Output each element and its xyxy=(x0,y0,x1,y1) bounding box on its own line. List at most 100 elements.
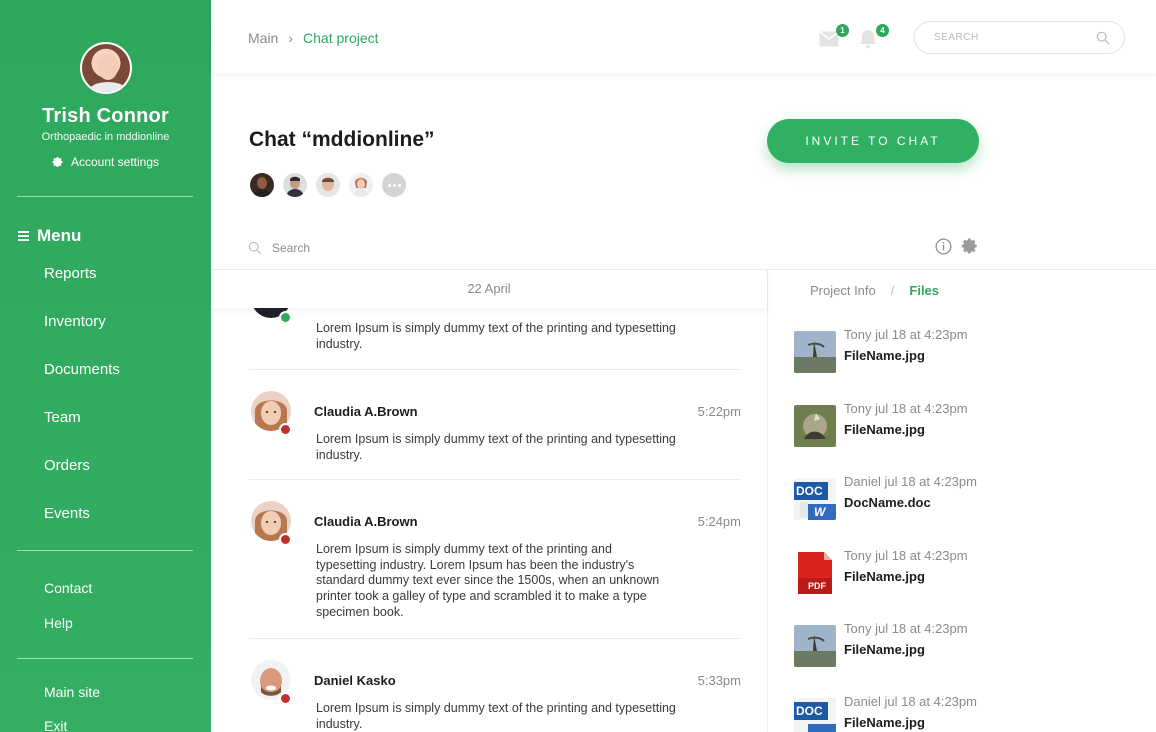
message-time: 5:33pm xyxy=(697,673,741,688)
doc-file-icon: DOC xyxy=(794,698,836,732)
sidebar-item-documents[interactable]: Documents xyxy=(44,361,120,378)
message-divider xyxy=(249,479,741,480)
file-item[interactable]: DOC Daniel jul 18 at 4:23pm FileName.jpg xyxy=(794,694,1034,732)
sidebar-item-events[interactable]: Events xyxy=(44,505,90,522)
file-item[interactable]: Tony jul 18 at 4:23pm FileName.jpg xyxy=(794,401,1034,447)
top-bar: Main › Chat project 1 4 xyxy=(211,0,1156,73)
tab-project-info[interactable]: Project Info xyxy=(810,283,876,298)
profile-name: Trish Connor xyxy=(42,105,169,127)
status-offline-indicator xyxy=(279,692,292,705)
invite-to-chat-button[interactable]: INVITE TO CHAT xyxy=(767,119,979,163)
file-meta: Daniel jul 18 at 4:23pm xyxy=(844,694,977,709)
file-item[interactable]: PDF Tony jul 18 at 4:23pm FileName.jpg xyxy=(794,548,1034,594)
message-divider xyxy=(249,638,741,639)
mail-button[interactable]: 1 xyxy=(819,24,849,48)
sidebar-item-exit[interactable]: Exit xyxy=(44,718,67,732)
gear-icon[interactable] xyxy=(961,237,979,255)
status-offline-indicator xyxy=(279,533,292,546)
chat-search xyxy=(248,241,472,255)
hamburger-icon xyxy=(18,231,29,241)
file-item[interactable]: Tony jul 18 at 4:23pm FileName.jpg xyxy=(794,327,1034,373)
message-text: Lorem Ipsum is simply dummy text of the … xyxy=(316,432,676,462)
account-settings-label: Account settings xyxy=(70,155,160,169)
doc-label: DOC xyxy=(796,484,823,498)
doc-label: DOC xyxy=(796,704,823,718)
status-offline-indicator xyxy=(279,423,292,436)
file-name: FileName.jpg xyxy=(844,422,925,437)
tab-files[interactable]: Files xyxy=(909,283,939,298)
status-online-indicator xyxy=(279,311,292,324)
panel-tabs: Project Info / Files xyxy=(810,283,939,298)
participant-avatar[interactable] xyxy=(349,173,373,197)
message-divider xyxy=(249,369,741,370)
breadcrumb-separator: › xyxy=(288,30,294,46)
file-item[interactable]: Tony jul 18 at 4:23pm FileName.jpg xyxy=(794,621,1034,667)
sidebar-item-orders[interactable]: Orders xyxy=(44,457,90,474)
breadcrumb-current: Chat project xyxy=(303,30,379,46)
file-name: DocName.doc xyxy=(844,495,931,510)
image-thumbnail xyxy=(794,625,836,667)
message-text: Lorem Ipsum is simply dummy text of the … xyxy=(316,701,676,731)
header-search-input[interactable] xyxy=(915,22,1075,53)
file-meta: Tony jul 18 at 4:23pm xyxy=(844,548,968,563)
bell-icon xyxy=(860,30,876,49)
sidebar-divider xyxy=(17,550,193,551)
date-separator: 22 April xyxy=(211,270,767,308)
participant-avatar[interactable] xyxy=(283,173,307,197)
profile-block: Trish Connor Orthopaedic in mddionline A… xyxy=(0,0,211,173)
notifications-badge: 4 xyxy=(876,24,889,37)
breadcrumb: Main › Chat project xyxy=(248,30,379,46)
message-list: Lorem Ipsum is simply dummy text of the … xyxy=(211,270,767,732)
pdf-label: PDF xyxy=(808,581,826,591)
file-meta: Tony jul 18 at 4:23pm xyxy=(844,327,968,342)
menu-title: Menu xyxy=(18,226,81,246)
message-time: 5:22pm xyxy=(697,404,741,419)
sidebar: Trish Connor Orthopaedic in mddionline A… xyxy=(0,0,211,732)
message-author: Claudia A.Brown xyxy=(314,404,418,419)
mail-badge: 1 xyxy=(836,24,849,37)
doc-file-icon: DOC W xyxy=(794,478,836,520)
search-icon[interactable] xyxy=(1096,31,1110,45)
sidebar-item-main-site[interactable]: Main site xyxy=(44,684,100,700)
file-meta: Tony jul 18 at 4:23pm xyxy=(844,621,968,636)
notifications-button[interactable]: 4 xyxy=(859,24,889,49)
file-name: FileName.jpg xyxy=(844,642,925,657)
more-participants-button[interactable] xyxy=(382,173,406,197)
sidebar-item-help[interactable]: Help xyxy=(44,615,73,631)
participant-avatar[interactable] xyxy=(250,173,274,197)
sidebar-divider xyxy=(17,196,193,197)
participant-avatar[interactable] xyxy=(316,173,340,197)
menu-title-label: Menu xyxy=(37,226,82,245)
header-search xyxy=(914,21,1125,54)
file-meta: Daniel jul 18 at 4:23pm xyxy=(844,474,977,489)
profile-role: Orthopaedic in mddionline xyxy=(41,131,170,143)
message-text: Lorem Ipsum is simply dummy text of the … xyxy=(316,542,660,619)
sidebar-item-team[interactable]: Team xyxy=(44,409,81,426)
chat-search-input[interactable] xyxy=(272,241,472,255)
image-thumbnail xyxy=(794,405,836,447)
avatar[interactable] xyxy=(79,42,132,94)
sidebar-item-inventory[interactable]: Inventory xyxy=(44,313,106,330)
file-name: FileName.jpg xyxy=(844,569,925,584)
pdf-file-icon: PDF xyxy=(794,552,836,594)
panel-divider xyxy=(767,270,768,732)
search-icon xyxy=(248,241,262,255)
tab-separator: / xyxy=(890,283,895,298)
message-text: Lorem Ipsum is simply dummy text of the … xyxy=(316,321,676,351)
breadcrumb-main[interactable]: Main xyxy=(248,30,278,46)
word-label: W xyxy=(814,505,826,519)
account-settings-link[interactable]: Account settings xyxy=(52,155,159,169)
message-time: 5:24pm xyxy=(697,514,741,529)
sidebar-item-contact[interactable]: Contact xyxy=(44,580,92,596)
info-icon[interactable] xyxy=(935,238,952,255)
file-item[interactable]: DOC W Daniel jul 18 at 4:23pm DocName.do… xyxy=(794,474,1034,520)
participants-list xyxy=(250,173,406,197)
sidebar-divider xyxy=(17,658,193,659)
sidebar-item-reports[interactable]: Reports xyxy=(44,265,97,282)
file-name: FileName.jpg xyxy=(844,348,925,363)
gear-icon xyxy=(52,157,63,167)
chat-title: Chat “mddionline” xyxy=(249,128,435,151)
message-author: Claudia A.Brown xyxy=(314,514,418,529)
file-name: FileName.jpg xyxy=(844,715,925,730)
file-meta: Tony jul 18 at 4:23pm xyxy=(844,401,968,416)
